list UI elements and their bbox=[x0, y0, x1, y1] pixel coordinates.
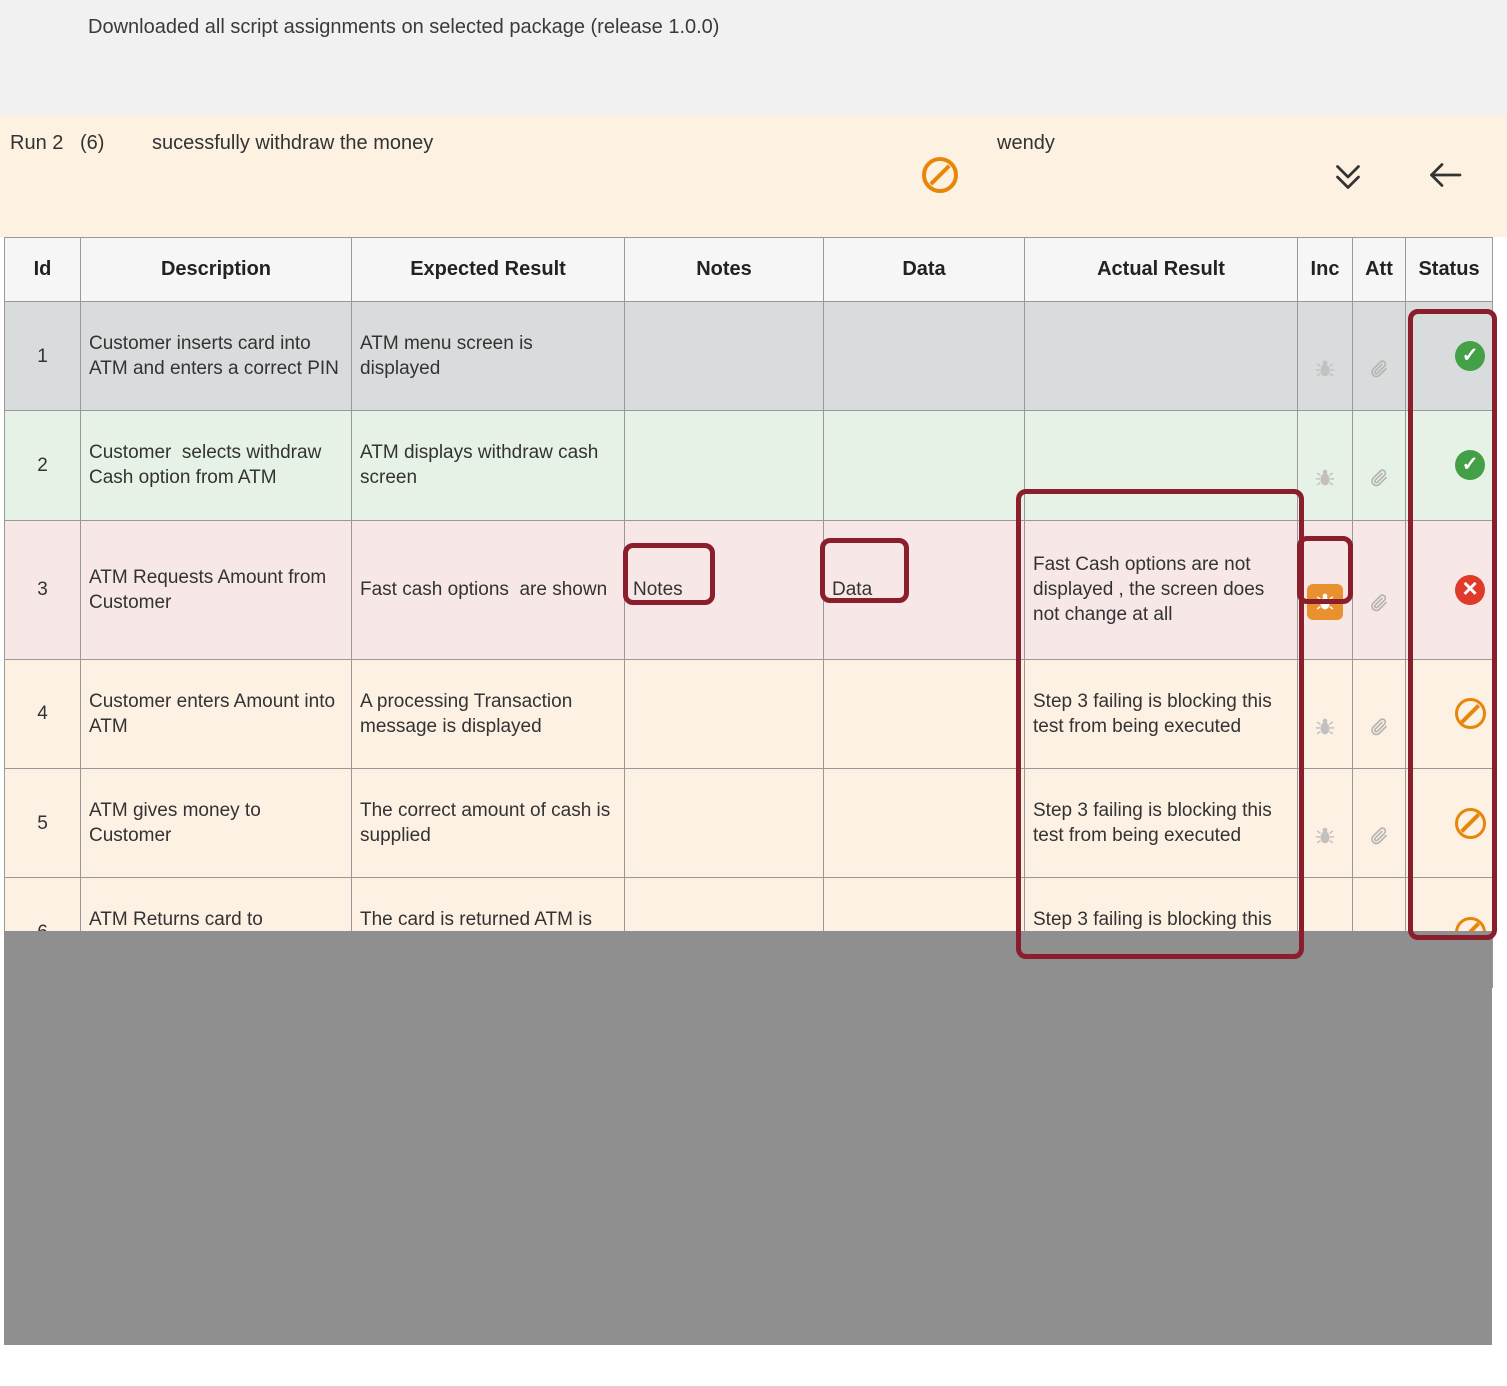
step-id: 2 bbox=[5, 411, 81, 520]
step-notes[interactable] bbox=[625, 302, 824, 411]
step-notes[interactable]: Notes bbox=[625, 520, 824, 659]
tester-name: wendy bbox=[997, 132, 1055, 155]
download-status-message: Downloaded all script assignments on sel… bbox=[88, 16, 719, 39]
table-row[interactable]: 4 Customer enters Amount into ATM A proc… bbox=[5, 659, 1493, 768]
step-expected-result: ATM menu screen is displayed bbox=[352, 302, 625, 411]
step-description: Customer inserts card into ATM and enter… bbox=[81, 302, 352, 411]
step-expected-result: The correct amount of cash is supplied bbox=[352, 768, 625, 877]
col-actual-result: Actual Result bbox=[1025, 238, 1298, 302]
new-incident-button[interactable] bbox=[1307, 584, 1343, 620]
step-data[interactable] bbox=[824, 302, 1025, 411]
step-expected-result: Fast cash options are shown bbox=[352, 520, 625, 659]
status-icon bbox=[1455, 698, 1486, 729]
col-description: Description bbox=[81, 238, 352, 302]
step-data[interactable] bbox=[824, 411, 1025, 520]
incident-cell[interactable] bbox=[1298, 411, 1353, 520]
step-id: 3 bbox=[5, 520, 81, 659]
status-cell[interactable] bbox=[1406, 659, 1493, 768]
attachment-cell[interactable] bbox=[1353, 768, 1406, 877]
incident-cell[interactable] bbox=[1298, 520, 1353, 659]
step-id: 4 bbox=[5, 659, 81, 768]
step-actual-result[interactable]: Step 3 failing is blocking this test fro… bbox=[1025, 659, 1298, 768]
bug-icon bbox=[1314, 716, 1336, 738]
run-title: sucessfully withdraw the money bbox=[152, 132, 433, 155]
step-description: Customer enters Amount into ATM bbox=[81, 659, 352, 768]
status-icon bbox=[1455, 808, 1486, 839]
col-status: Status bbox=[1406, 238, 1493, 302]
run-step-count: (6) bbox=[80, 132, 104, 155]
attachment-cell[interactable] bbox=[1353, 411, 1406, 520]
step-expected-result: ATM displays withdraw cash screen bbox=[352, 411, 625, 520]
arrow-left-icon[interactable] bbox=[1426, 157, 1464, 193]
step-data[interactable]: Data bbox=[824, 520, 1025, 659]
paperclip-icon bbox=[1369, 717, 1389, 737]
col-inc: Inc bbox=[1298, 238, 1353, 302]
chevron-double-down-icon[interactable] bbox=[1330, 159, 1366, 195]
bug-icon bbox=[1314, 825, 1336, 847]
run-label: Run 2 bbox=[10, 132, 63, 155]
attachment-cell[interactable] bbox=[1353, 659, 1406, 768]
top-message-bar: Downloaded all script assignments on sel… bbox=[0, 0, 1507, 115]
step-actual-result[interactable] bbox=[1025, 302, 1298, 411]
table-row[interactable]: 1 Customer inserts card into ATM and ent… bbox=[5, 302, 1493, 411]
table-row[interactable]: 5 ATM gives money to Customer The correc… bbox=[5, 768, 1493, 877]
paperclip-icon bbox=[1369, 359, 1389, 379]
incident-cell[interactable] bbox=[1298, 659, 1353, 768]
status-icon bbox=[1455, 575, 1485, 605]
content-background bbox=[4, 931, 1492, 1345]
status-cell[interactable] bbox=[1406, 768, 1493, 877]
status-cell[interactable] bbox=[1406, 411, 1493, 520]
bug-icon bbox=[1314, 591, 1336, 613]
status-icon bbox=[1455, 450, 1485, 480]
step-expected-result: A processing Transaction message is disp… bbox=[352, 659, 625, 768]
col-att: Att bbox=[1353, 238, 1406, 302]
table-row[interactable]: 2 Customer selects withdraw Cash option … bbox=[5, 411, 1493, 520]
status-icon bbox=[1455, 341, 1485, 371]
paperclip-icon bbox=[1369, 468, 1389, 488]
table-header-row: Id Description Expected Result Notes Dat… bbox=[5, 238, 1493, 302]
bug-icon bbox=[1314, 358, 1336, 380]
incident-cell[interactable] bbox=[1298, 302, 1353, 411]
bug-icon bbox=[1314, 467, 1336, 489]
status-cell[interactable] bbox=[1406, 302, 1493, 411]
run-header: Run 2 (6) sucessfully withdraw the money… bbox=[0, 115, 1507, 237]
col-id: Id bbox=[5, 238, 81, 302]
test-steps-table: Id Description Expected Result Notes Dat… bbox=[4, 237, 1493, 988]
step-notes[interactable] bbox=[625, 659, 824, 768]
col-data: Data bbox=[824, 238, 1025, 302]
step-description: Customer selects withdraw Cash option fr… bbox=[81, 411, 352, 520]
step-description: ATM gives money to Customer bbox=[81, 768, 352, 877]
step-actual-result[interactable] bbox=[1025, 411, 1298, 520]
table-row[interactable]: 3 ATM Requests Amount from Customer Fast… bbox=[5, 520, 1493, 659]
paperclip-icon bbox=[1369, 593, 1389, 613]
step-data[interactable] bbox=[824, 768, 1025, 877]
status-cell[interactable] bbox=[1406, 520, 1493, 659]
col-expected-result: Expected Result bbox=[352, 238, 625, 302]
paperclip-icon bbox=[1369, 826, 1389, 846]
step-id: 1 bbox=[5, 302, 81, 411]
step-data[interactable] bbox=[824, 659, 1025, 768]
run-blocked-status-icon bbox=[922, 157, 958, 193]
step-description: ATM Requests Amount from Customer bbox=[81, 520, 352, 659]
col-notes: Notes bbox=[625, 238, 824, 302]
test-steps-table-wrap: Id Description Expected Result Notes Dat… bbox=[4, 237, 1492, 988]
incident-cell[interactable] bbox=[1298, 768, 1353, 877]
step-notes[interactable] bbox=[625, 768, 824, 877]
step-notes[interactable] bbox=[625, 411, 824, 520]
step-actual-result[interactable]: Step 3 failing is blocking this test fro… bbox=[1025, 768, 1298, 877]
attachment-cell[interactable] bbox=[1353, 302, 1406, 411]
attachment-cell[interactable] bbox=[1353, 520, 1406, 659]
step-actual-result[interactable]: Fast Cash options are not displayed , th… bbox=[1025, 520, 1298, 659]
step-id: 5 bbox=[5, 768, 81, 877]
